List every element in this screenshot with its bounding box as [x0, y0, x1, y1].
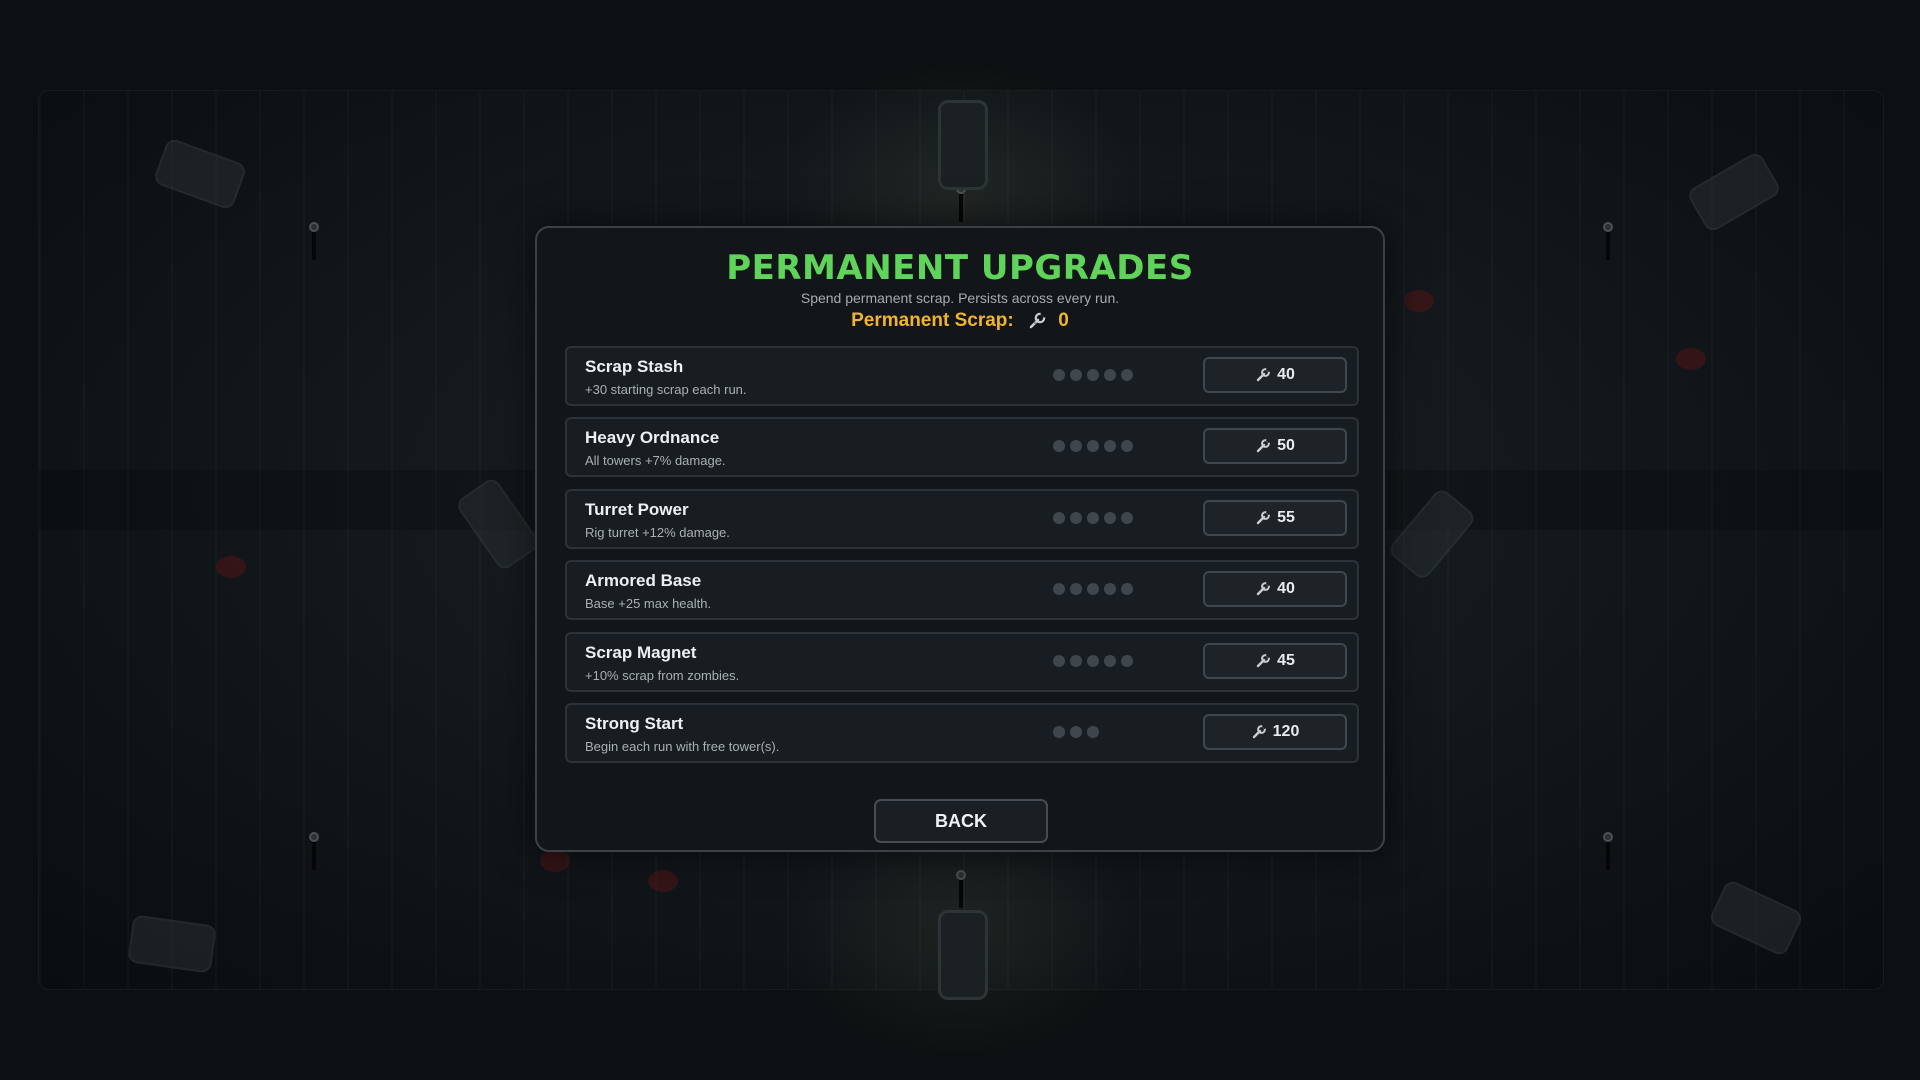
level-pip: [1053, 583, 1065, 595]
upgrade-level-pips: [1053, 369, 1133, 383]
level-pip: [1053, 512, 1065, 524]
upgrade-cost: 40: [1277, 366, 1295, 383]
level-pip: [1053, 655, 1065, 667]
upgrade-cost: 50: [1277, 437, 1295, 454]
scrap-wrench-icon: [1256, 510, 1271, 525]
upgrade-name: Heavy Ordnance: [585, 428, 720, 447]
scrap-wrench-icon: [1256, 653, 1271, 668]
upgrade-row: Turret Power Rig turret +12% damage. 55: [565, 489, 1359, 549]
street-lamp: [955, 870, 967, 910]
level-pip: [1070, 512, 1082, 524]
scrap-wrench-icon: [1256, 367, 1271, 382]
level-pip: [1121, 583, 1133, 595]
scrap-wrench-icon: [1256, 581, 1271, 596]
back-button[interactable]: BACK: [874, 799, 1048, 843]
blood-splatter: [1676, 348, 1706, 370]
buy-upgrade-button[interactable]: 55: [1203, 500, 1347, 536]
upgrade-name: Scrap Magnet: [585, 643, 697, 662]
buy-upgrade-button[interactable]: 50: [1203, 428, 1347, 464]
buy-upgrade-button[interactable]: 40: [1203, 571, 1347, 607]
level-pip: [1121, 440, 1133, 452]
buy-upgrade-button[interactable]: 120: [1203, 714, 1347, 750]
buy-upgrade-button[interactable]: 40: [1203, 357, 1347, 393]
level-pip: [1070, 726, 1082, 738]
level-pip: [1104, 512, 1116, 524]
level-pip: [1121, 512, 1133, 524]
level-pip: [1104, 655, 1116, 667]
upgrade-row: Scrap Magnet +10% scrap from zombies. 45: [565, 632, 1359, 692]
scrap-wrench-icon: [1256, 438, 1271, 453]
modal-title: PERMANENT UPGRADES: [726, 248, 1194, 288]
upgrade-description: +30 starting scrap each run.: [585, 382, 747, 397]
upgrade-description: Begin each run with free tower(s).: [585, 739, 780, 754]
street-lamp: [308, 222, 320, 262]
blood-splatter: [540, 850, 570, 872]
upgrade-description: Base +25 max health.: [585, 596, 712, 611]
level-pip: [1087, 440, 1099, 452]
buy-upgrade-button[interactable]: 45: [1203, 643, 1347, 679]
scrap-label: Permanent Scrap:: [851, 310, 1014, 331]
street-lamp: [1602, 222, 1614, 262]
upgrade-cost: 40: [1277, 580, 1295, 597]
level-pip: [1087, 583, 1099, 595]
level-pip: [1087, 726, 1099, 738]
level-pip: [1121, 655, 1133, 667]
level-pip: [1104, 440, 1116, 452]
upgrade-name: Strong Start: [585, 714, 684, 733]
scrap-wrench-icon: [1029, 312, 1046, 329]
level-pip: [1070, 369, 1082, 381]
upgrade-level-pips: [1053, 726, 1099, 740]
blood-splatter: [1404, 290, 1434, 312]
armored-vehicle: [938, 910, 988, 1000]
upgrade-row: Strong Start Begin each run with free tow…: [565, 703, 1359, 763]
upgrade-level-pips: [1053, 440, 1133, 454]
upgrade-row: Armored Base Base +25 max health. 40: [565, 560, 1359, 620]
upgrade-name: Armored Base: [585, 571, 702, 590]
level-pip: [1104, 583, 1116, 595]
modal-subtitle: Spend permanent scrap. Persists across e…: [800, 290, 1120, 306]
level-pip: [1121, 369, 1133, 381]
level-pip: [1104, 369, 1116, 381]
permanent-upgrades-modal: PERMANENT UPGRADES Spend permanent scrap…: [535, 226, 1385, 852]
level-pip: [1053, 726, 1065, 738]
scrap-wrench-icon: [1252, 724, 1266, 739]
street-lamp: [1602, 832, 1614, 872]
upgrade-name: Turret Power: [585, 500, 689, 519]
level-pip: [1053, 369, 1065, 381]
street-lamp: [308, 832, 320, 872]
upgrade-level-pips: [1053, 655, 1133, 669]
level-pip: [1070, 655, 1082, 667]
upgrade-cost: 45: [1277, 652, 1295, 669]
street-lamp: [955, 184, 967, 224]
level-pip: [1070, 440, 1082, 452]
level-pip: [1087, 655, 1099, 667]
upgrade-description: Rig turret +12% damage.: [585, 525, 730, 540]
level-pip: [1087, 369, 1099, 381]
upgrade-description: All towers +7% damage.: [585, 453, 726, 468]
armored-vehicle: [938, 100, 988, 190]
upgrade-cost: 55: [1277, 509, 1295, 526]
upgrade-row: Heavy Ordnance All towers +7% damage. 50: [565, 417, 1359, 477]
upgrade-description: +10% scrap from zombies.: [585, 668, 740, 683]
permanent-scrap-display: Permanent Scrap: 0: [537, 310, 1383, 332]
upgrade-name: Scrap Stash: [585, 357, 684, 376]
upgrade-level-pips: [1053, 583, 1133, 597]
upgrade-cost: 120: [1272, 723, 1300, 740]
level-pip: [1070, 583, 1082, 595]
blood-splatter: [216, 556, 246, 578]
upgrade-row: Scrap Stash +30 starting scrap each run. 4…: [565, 346, 1359, 406]
scrap-amount: 0: [1058, 310, 1069, 331]
level-pip: [1087, 512, 1099, 524]
level-pip: [1053, 440, 1065, 452]
upgrade-level-pips: [1053, 512, 1133, 526]
blood-splatter: [648, 870, 678, 892]
